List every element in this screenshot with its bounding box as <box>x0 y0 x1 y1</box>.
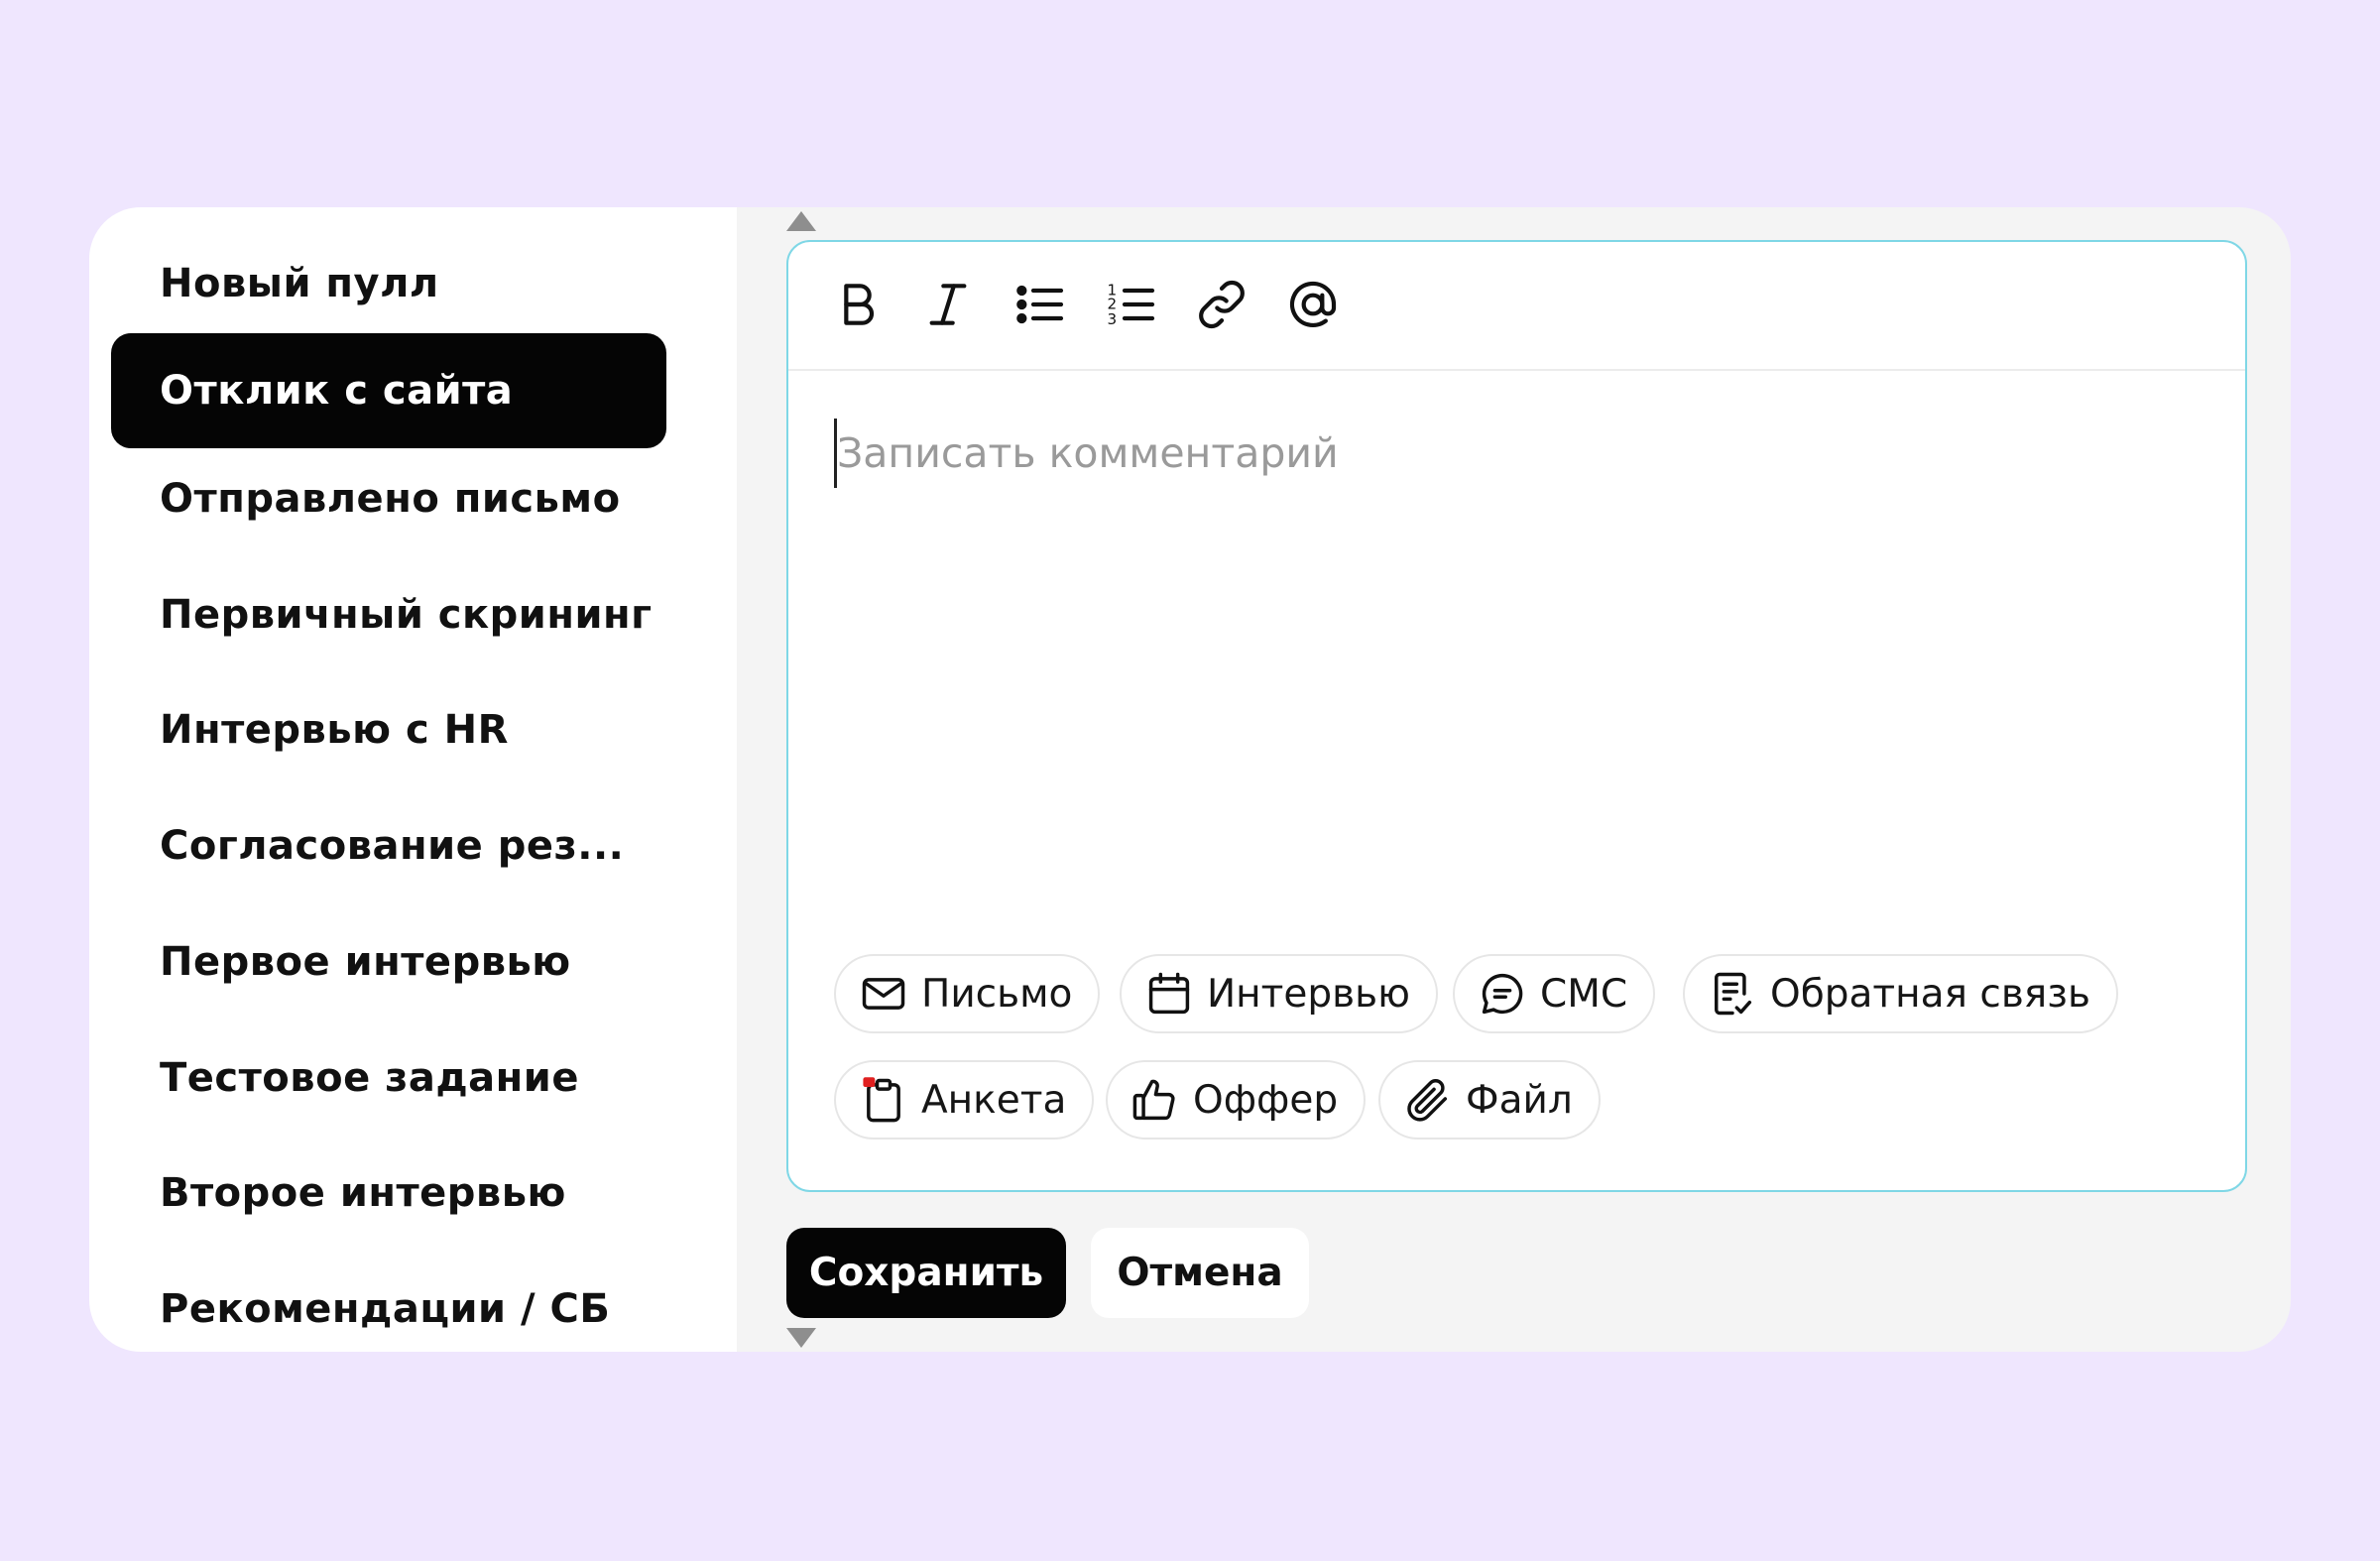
link-icon <box>1199 280 1245 329</box>
stage-item-new-pool[interactable]: Новый пулл <box>111 226 666 341</box>
comment-input[interactable] <box>834 419 2202 488</box>
offer-action-chip[interactable]: Оффер <box>1106 1060 1367 1140</box>
interview-action-label: Интервью <box>1207 971 1410 1017</box>
sms-action-label: СМС <box>1540 971 1628 1017</box>
survey-action-chip[interactable]: Анкета <box>834 1060 1095 1140</box>
stage-item-screening[interactable]: Первичный скрининг <box>111 557 666 672</box>
chat-bubble-icon <box>1482 973 1523 1015</box>
numbered-list-button[interactable]: 1 2 3 <box>1102 275 1161 334</box>
stage-item-letter-sent[interactable]: Отправлено письмо <box>111 441 666 556</box>
interview-action-chip[interactable]: Интервью <box>1120 954 1438 1033</box>
envelope-icon <box>862 978 905 1010</box>
offer-action-label: Оффер <box>1193 1077 1339 1123</box>
cancel-button[interactable]: Отмена <box>1091 1228 1309 1318</box>
survey-action-label: Анкета <box>921 1077 1067 1123</box>
svg-text:3: 3 <box>1108 310 1118 328</box>
letter-action-chip[interactable]: Письмо <box>834 954 1101 1033</box>
save-button[interactable]: Сохранить <box>786 1228 1066 1318</box>
stage-item-hr-interview[interactable]: Интервью с HR <box>111 672 666 787</box>
italic-button[interactable] <box>918 275 978 334</box>
file-action-label: Файл <box>1466 1077 1573 1123</box>
stage-item-second-interview[interactable]: Второе интервью <box>111 1136 666 1251</box>
bold-icon <box>844 284 875 325</box>
stage-panel: Новый пулл Отклик с сайта Отправлено пис… <box>89 207 737 1352</box>
stage-list-scrollbar[interactable] <box>684 207 817 1352</box>
scroll-down-arrow-icon[interactable] <box>786 1328 816 1348</box>
bullet-list-icon <box>1016 285 1064 324</box>
clipboard-survey-icon <box>863 1077 900 1123</box>
comment-card: Новый пулл Отклик с сайта Отправлено пис… <box>89 207 2291 1352</box>
bold-button[interactable] <box>828 275 888 334</box>
stage-item-test-task[interactable]: Тестовое задание <box>111 1021 666 1136</box>
feedback-action-chip[interactable]: Обратная связь <box>1683 954 2118 1033</box>
thumbs-up-icon <box>1132 1079 1175 1121</box>
sms-action-chip[interactable]: СМС <box>1453 954 1656 1033</box>
stage-item-recommendations[interactable]: Рекомендации / СБ <box>111 1252 666 1352</box>
stage-item-first-interview[interactable]: Первое интервью <box>111 904 666 1020</box>
link-button[interactable] <box>1192 275 1251 334</box>
comment-editor: 1 2 3 Записать комментарий Письмо Интерв… <box>786 240 2247 1192</box>
feedback-action-label: Обратная связь <box>1770 971 2090 1017</box>
calendar-icon <box>1148 972 1190 1015</box>
mention-button[interactable] <box>1283 275 1343 334</box>
letter-action-label: Письмо <box>921 971 1073 1017</box>
mention-icon <box>1289 281 1337 328</box>
italic-icon <box>929 284 967 325</box>
stage-item-site-response[interactable]: Отклик с сайта <box>111 333 666 448</box>
scroll-up-arrow-icon[interactable] <box>786 211 816 231</box>
bullet-list-button[interactable] <box>1011 275 1070 334</box>
feedback-form-icon <box>1715 972 1752 1016</box>
stage-item-approval[interactable]: Согласование рез... <box>111 788 666 903</box>
numbered-list-icon: 1 2 3 <box>1108 282 1155 328</box>
formatting-toolbar: 1 2 3 <box>788 242 2245 371</box>
file-action-chip[interactable]: Файл <box>1378 1060 1601 1140</box>
paperclip-icon <box>1407 1079 1448 1122</box>
